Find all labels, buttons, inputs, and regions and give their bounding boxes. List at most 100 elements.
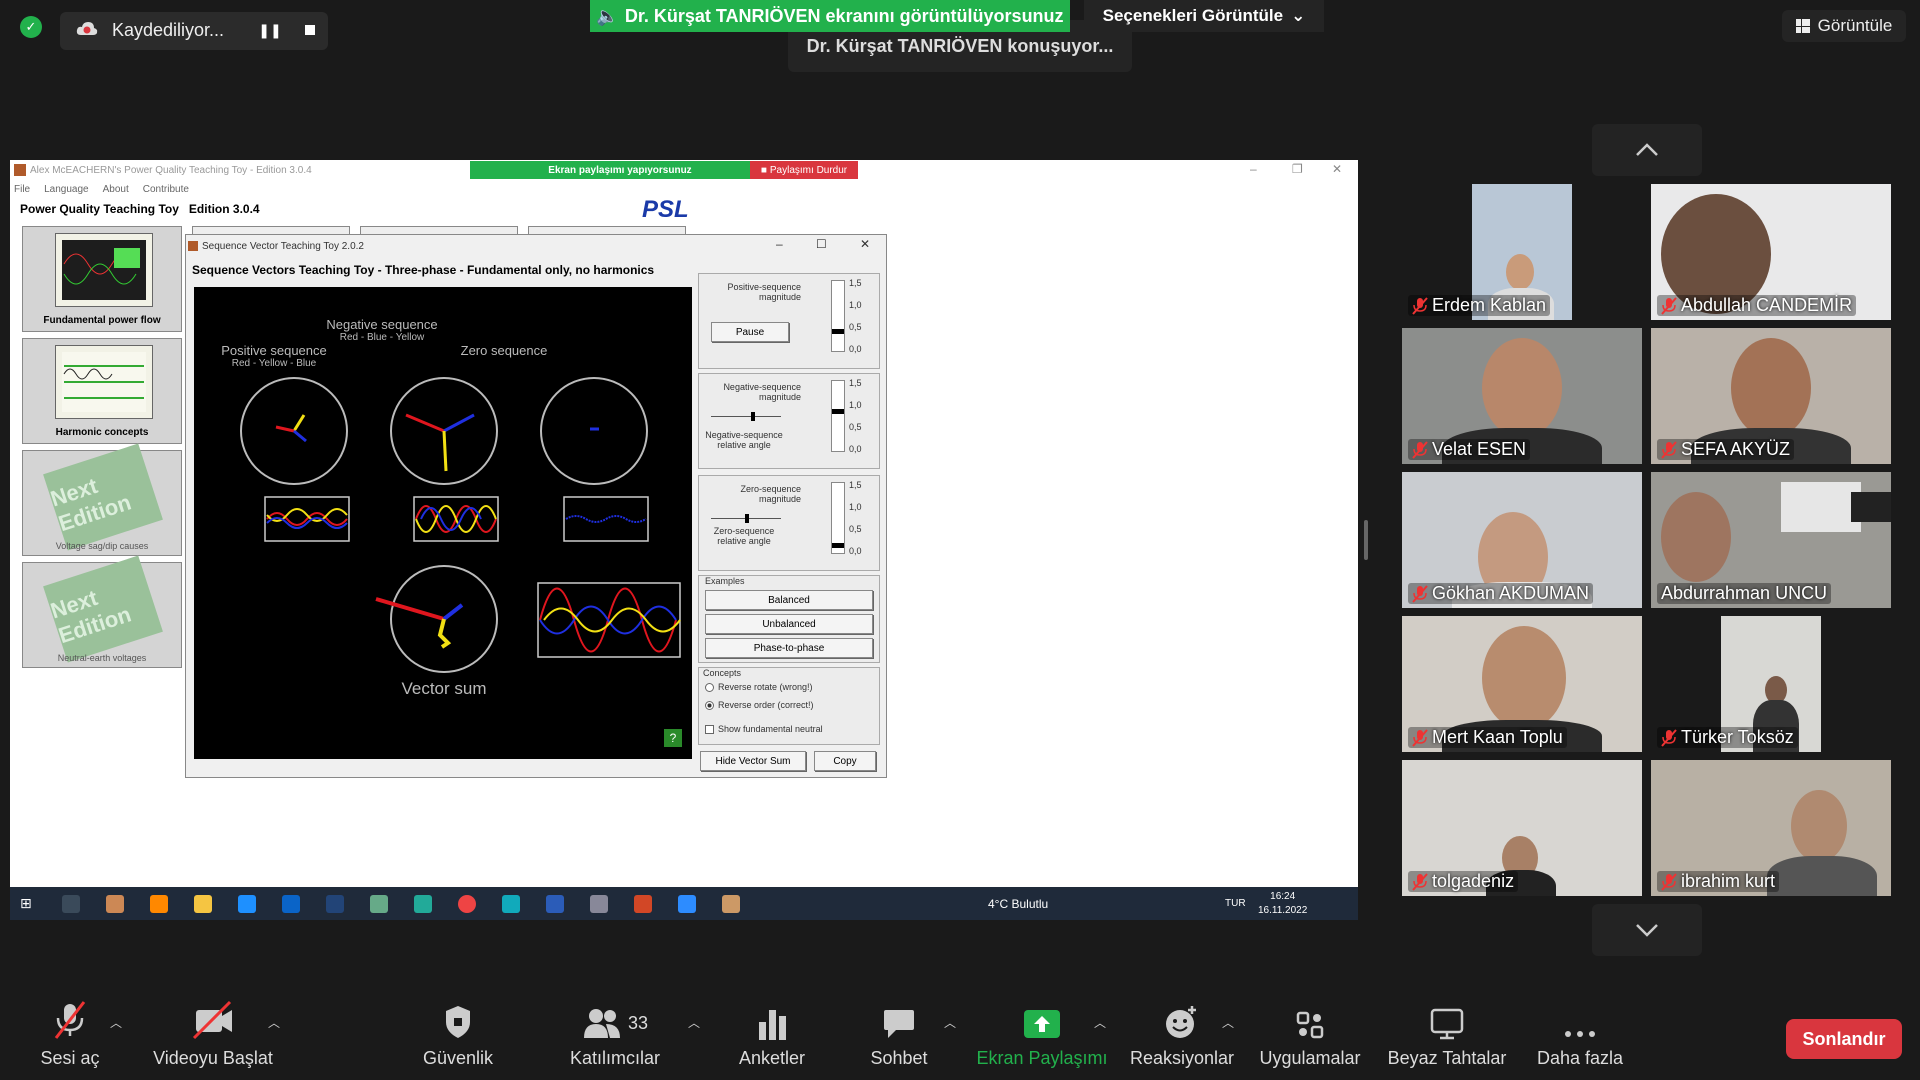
slider-knob[interactable] xyxy=(832,329,844,334)
thumb-harmonic-concepts[interactable]: Harmonic concepts xyxy=(22,338,182,444)
participant-name: Gökhan AKDUMAN xyxy=(1408,583,1594,604)
reactions-button[interactable]: Reaksiyonlar xyxy=(1122,990,1242,1080)
stop-icon xyxy=(305,25,315,35)
thumb-voltage-sag[interactable]: Next Edition Voltage sag/dip causes xyxy=(22,443,182,556)
dialog-maximize-icon[interactable]: ☐ xyxy=(816,237,827,251)
copy-button[interactable]: Copy xyxy=(814,751,876,771)
help-icon[interactable]: ? xyxy=(664,729,682,747)
end-meeting-button[interactable]: Sonlandır xyxy=(1786,1019,1902,1059)
view-layout-button[interactable]: Görüntüle xyxy=(1782,10,1906,42)
radio-dot-selected[interactable] xyxy=(705,700,714,710)
monitor xyxy=(1851,492,1891,522)
task-view-icon[interactable] xyxy=(62,895,80,913)
participant-tile[interactable]: ibrahim kurt xyxy=(1651,760,1891,896)
video-options-caret[interactable]: ︿ xyxy=(268,1014,280,1031)
word-icon[interactable] xyxy=(546,895,564,913)
close-icon[interactable]: ✕ xyxy=(1332,162,1342,176)
slider-knob[interactable] xyxy=(832,409,844,414)
chat-button[interactable]: Sohbet xyxy=(856,990,942,1080)
participant-tile[interactable]: Türker Toksöz xyxy=(1651,616,1891,752)
participant-tile[interactable]: Velat ESEN xyxy=(1402,328,1642,464)
whiteboards-button[interactable]: Beyaz Tahtalar xyxy=(1384,990,1510,1080)
slider-knob[interactable] xyxy=(751,412,755,421)
start-video-button[interactable]: Videoyu Başlat xyxy=(148,990,278,1080)
radio-dot[interactable] xyxy=(705,682,714,692)
participant-name: Türker Toksöz xyxy=(1657,727,1798,748)
dialog-minimize-icon[interactable]: – xyxy=(776,237,783,251)
app-icon[interactable] xyxy=(502,895,520,913)
reactions-options-caret[interactable]: ︿ xyxy=(1222,1014,1234,1031)
chat-options-caret[interactable]: ︿ xyxy=(944,1014,956,1031)
gallery-scroll-down-button[interactable] xyxy=(1592,904,1702,956)
participants-button[interactable]: 33 Katılımcılar xyxy=(550,990,680,1080)
stop-recording-button[interactable] xyxy=(298,18,322,42)
chrome-icon[interactable] xyxy=(458,895,476,913)
dialog-close-icon[interactable]: ✕ xyxy=(860,237,870,251)
slider-knob[interactable] xyxy=(745,514,749,523)
gallery-scroll-up-button[interactable] xyxy=(1592,124,1702,176)
audio-options-caret[interactable]: ︿ xyxy=(110,1014,122,1031)
more-button[interactable]: Daha fazla xyxy=(1530,990,1630,1080)
pause-button[interactable]: Pause xyxy=(711,322,789,342)
participants-options-caret[interactable]: ︿ xyxy=(688,1014,700,1031)
polls-button[interactable]: Anketler xyxy=(730,990,814,1080)
negative-sequence-panel: Negative-sequence magnitude Negative-seq… xyxy=(698,373,880,469)
unbalanced-button[interactable]: Unbalanced xyxy=(705,614,873,634)
unmute-button[interactable]: Sesi aç xyxy=(30,990,110,1080)
restore-icon[interactable]: ❐ xyxy=(1292,162,1303,176)
vlc-icon[interactable] xyxy=(150,895,168,913)
balanced-button[interactable]: Balanced xyxy=(705,590,873,610)
phase-to-phase-button[interactable]: Phase-to-phase xyxy=(705,638,873,658)
panel-resize-handle[interactable] xyxy=(1364,520,1368,560)
teaching-toy-icon[interactable] xyxy=(722,895,740,913)
participant-tile[interactable]: Erdem Kablan xyxy=(1402,184,1642,320)
participant-tile[interactable]: tolgadeniz xyxy=(1402,760,1642,896)
apps-button[interactable]: Uygulamalar xyxy=(1252,990,1368,1080)
participant-tile[interactable]: Abdullah CANDEMİR xyxy=(1651,184,1891,320)
weather-widget[interactable]: 4°C Bulutlu xyxy=(988,897,1048,911)
menu-file[interactable]: File xyxy=(14,184,30,198)
app-icon[interactable] xyxy=(414,895,432,913)
app-icon[interactable] xyxy=(370,895,388,913)
participant-body xyxy=(1767,856,1877,896)
powerpoint-icon[interactable] xyxy=(634,895,652,913)
windows-start-icon[interactable]: ⊞ xyxy=(20,895,38,913)
negative-angle-slider[interactable] xyxy=(711,416,781,417)
participant-tile[interactable]: Abdurrahman UNCU xyxy=(1651,472,1891,608)
app-icon[interactable] xyxy=(106,895,124,913)
security-button[interactable]: Güvenlik xyxy=(410,990,506,1080)
negative-magnitude-slider[interactable] xyxy=(831,380,845,452)
menu-language[interactable]: Language xyxy=(44,184,89,198)
taskbar-clock[interactable]: 16:24 16.11.2022 xyxy=(1258,890,1307,918)
share-options-caret[interactable]: ︿ xyxy=(1094,1014,1106,1031)
show-neutral-checkbox[interactable]: Show fundamental neutral xyxy=(705,724,823,734)
reverse-rotate-radio[interactable]: Reverse rotate (wrong!) xyxy=(705,682,813,692)
thumb-fundamental-power-flow[interactable]: Fundamental power flow xyxy=(22,226,182,332)
outlook-icon[interactable] xyxy=(282,895,300,913)
participant-tile[interactable]: SEFA AKYÜZ xyxy=(1651,328,1891,464)
menu-about[interactable]: About xyxy=(103,184,129,198)
participant-name: Abdurrahman UNCU xyxy=(1657,583,1832,604)
checkbox[interactable] xyxy=(705,724,714,734)
security-shield-icon[interactable]: ✓ xyxy=(20,16,42,38)
reverse-order-radio[interactable]: Reverse order (correct!) xyxy=(705,700,814,710)
minimize-icon[interactable]: – xyxy=(1250,162,1257,176)
slider-knob[interactable] xyxy=(832,543,844,548)
participant-tile[interactable]: Gökhan AKDUMAN xyxy=(1402,472,1642,608)
edge-icon[interactable] xyxy=(238,895,256,913)
hide-vector-sum-button[interactable]: Hide Vector Sum xyxy=(700,751,806,771)
view-options-button[interactable]: Seçenekleri Görüntüle ⌄ xyxy=(1084,0,1324,32)
zoom-icon[interactable] xyxy=(678,895,696,913)
participant-tile[interactable]: Mert Kaan Toplu xyxy=(1402,616,1642,752)
app-icon[interactable] xyxy=(326,895,344,913)
menu-contribute[interactable]: Contribute xyxy=(143,184,189,198)
thumb-neutral-earth[interactable]: Next Edition Neutral-earth voltages xyxy=(22,555,182,668)
zero-magnitude-slider[interactable] xyxy=(831,482,845,554)
camera-icon[interactable] xyxy=(590,895,608,913)
share-screen-button[interactable]: Ekran Paylaşımı xyxy=(974,990,1110,1080)
inner-stop-share-button[interactable]: ■ Paylaşımı Durdur xyxy=(750,161,858,179)
file-explorer-icon[interactable] xyxy=(194,895,212,913)
positive-magnitude-slider[interactable] xyxy=(831,280,845,352)
language-indicator[interactable]: TUR xyxy=(1225,898,1246,909)
pause-recording-button[interactable]: ❚❚ xyxy=(258,18,282,42)
